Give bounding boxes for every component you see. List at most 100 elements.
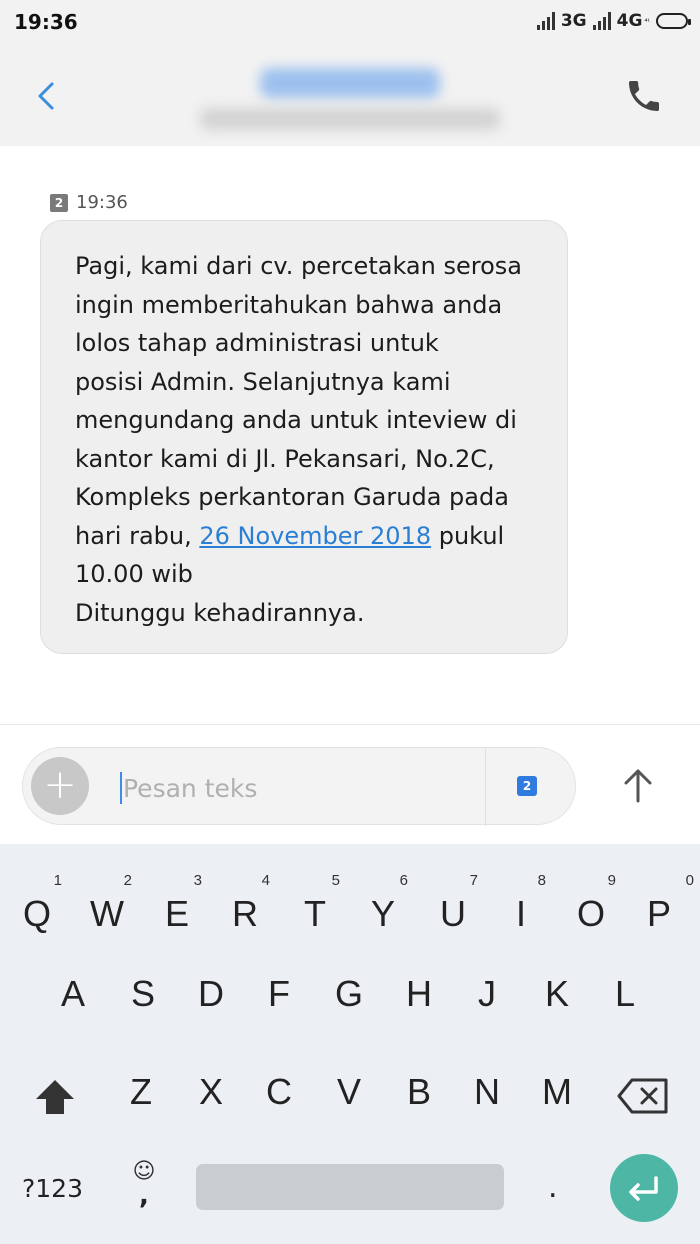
key-label: B [406, 1071, 431, 1112]
message-line: Ditunggu kehadirannya. [75, 598, 365, 627]
network-type-2: 4G [616, 11, 643, 31]
key-w[interactable]: 2W [72, 872, 142, 944]
message-line: mengundang anda untuk inteview di [75, 406, 517, 434]
message-input[interactable] [121, 768, 465, 808]
key-label: P [646, 893, 671, 934]
contact-number-blurred [200, 108, 500, 130]
attach-button[interactable]: + [31, 757, 89, 815]
key-n[interactable]: N [452, 1072, 522, 1122]
key-label: N [474, 1071, 500, 1112]
contact-info[interactable] [190, 64, 520, 134]
key-label: D [198, 973, 224, 1014]
status-indicators: 3G 4G ⁴ᵗ [536, 11, 691, 31]
battery-icon [656, 13, 691, 29]
message-line: ingin memberitahukan bahwa anda [75, 290, 503, 319]
message-line: 10.00 wib [75, 560, 193, 588]
signal-icon [536, 12, 555, 30]
key-hint: 2 [123, 872, 132, 889]
key-hint: 0 [685, 872, 694, 889]
network-type-1: 3G [560, 11, 587, 31]
message-bubble[interactable]: Pagi, kami dari cv. percetakan serosa in… [40, 220, 568, 654]
key-label: Q [22, 893, 51, 934]
key-c[interactable]: C [244, 1072, 314, 1122]
emoji-key[interactable]: ☺ , [130, 1160, 158, 1210]
key-g[interactable]: G [314, 974, 384, 1024]
status-bar: 19:36 3G 4G ⁴ᵗ [0, 0, 700, 46]
numbers-key[interactable]: ?123 [22, 1174, 83, 1203]
key-z[interactable]: Z [106, 1072, 176, 1122]
message-line: Pagi, kami dari cv. percetakan serosa [75, 252, 522, 280]
space-bar[interactable] [196, 1164, 504, 1210]
contact-name-blurred [260, 68, 440, 98]
message-line: lolos tahap administrasi untuk [75, 329, 439, 357]
key-label: Y [370, 893, 395, 934]
key-label: T [304, 893, 326, 934]
phone-icon[interactable] [624, 76, 664, 116]
network-type-2-suffix: ⁴ᵗ [644, 16, 650, 26]
key-label: Z [130, 1071, 152, 1112]
message-text: hari rabu, [75, 521, 200, 550]
key-s[interactable]: S [108, 974, 178, 1024]
enter-key[interactable] [610, 1154, 678, 1222]
period-key[interactable]: . [548, 1170, 558, 1205]
key-label: S [130, 973, 155, 1014]
key-y[interactable]: 6Y [348, 872, 418, 944]
compose-field: + 2 [22, 747, 576, 826]
key-l[interactable]: L [590, 974, 660, 1024]
key-x[interactable]: X [176, 1072, 246, 1122]
key-label: X [198, 1071, 223, 1112]
key-label: A [60, 973, 85, 1014]
key-b[interactable]: B [384, 1072, 454, 1122]
sim-select-button[interactable]: 2 [517, 776, 537, 796]
key-q[interactable]: 1Q [2, 872, 72, 944]
message-text: pukul [431, 521, 505, 550]
key-j[interactable]: J [452, 974, 522, 1024]
divider [485, 748, 486, 826]
key-r[interactable]: 4R [210, 872, 280, 944]
key-f[interactable]: F [244, 974, 314, 1024]
key-label: E [164, 893, 189, 934]
key-hint: 1 [53, 872, 62, 889]
key-i[interactable]: 8I [486, 872, 556, 944]
key-p[interactable]: 0P [624, 872, 694, 944]
key-u[interactable]: 7U [418, 872, 488, 944]
key-t[interactable]: 5T [280, 872, 350, 944]
key-label: L [614, 973, 636, 1014]
back-arrow-icon[interactable] [30, 76, 66, 116]
key-d[interactable]: D [176, 974, 246, 1024]
key-label: W [90, 893, 124, 934]
message-line: kantor kami di Jl. Pekansari, No.2C, [75, 444, 495, 473]
key-h[interactable]: H [384, 974, 454, 1024]
key-v[interactable]: V [314, 1072, 384, 1122]
key-m[interactable]: M [522, 1072, 592, 1122]
key-hint: 8 [537, 872, 546, 889]
key-label: V [336, 1071, 361, 1112]
shift-icon[interactable] [32, 1074, 78, 1120]
key-e[interactable]: 3E [142, 872, 212, 944]
key-label: M [542, 1071, 572, 1112]
key-k[interactable]: K [522, 974, 592, 1024]
key-label: U [440, 893, 466, 934]
status-time: 19:36 [14, 10, 78, 34]
conversation-header [0, 46, 700, 146]
key-hint: 3 [193, 872, 202, 889]
send-arrow-icon[interactable] [618, 763, 658, 807]
message-line: posisi Admin. Selanjutnya kami [75, 367, 451, 396]
signal-icon [592, 12, 611, 30]
key-hint: 7 [469, 872, 478, 889]
message-meta: 2 19:36 [50, 192, 128, 213]
key-a[interactable]: A [38, 974, 108, 1024]
key-label: F [268, 973, 290, 1014]
message-line: hari rabu, 26 November 2018 pukul [75, 517, 537, 556]
message-time: 19:36 [76, 192, 128, 213]
key-label: G [334, 973, 363, 1014]
key-o[interactable]: 9O [556, 872, 626, 944]
key-hint: 6 [399, 872, 408, 889]
key-label: R [232, 893, 258, 934]
date-link[interactable]: 26 November 2018 [199, 522, 431, 550]
backspace-icon[interactable] [616, 1076, 670, 1116]
key-hint: 9 [607, 872, 616, 889]
message-line: Kompleks perkantoran Garuda pada [75, 483, 509, 511]
text-cursor [120, 772, 122, 804]
keyboard: 1Q 2W 3E 4R 5T 6Y 7U 8I 9O 0P A S D F G … [0, 844, 700, 1244]
